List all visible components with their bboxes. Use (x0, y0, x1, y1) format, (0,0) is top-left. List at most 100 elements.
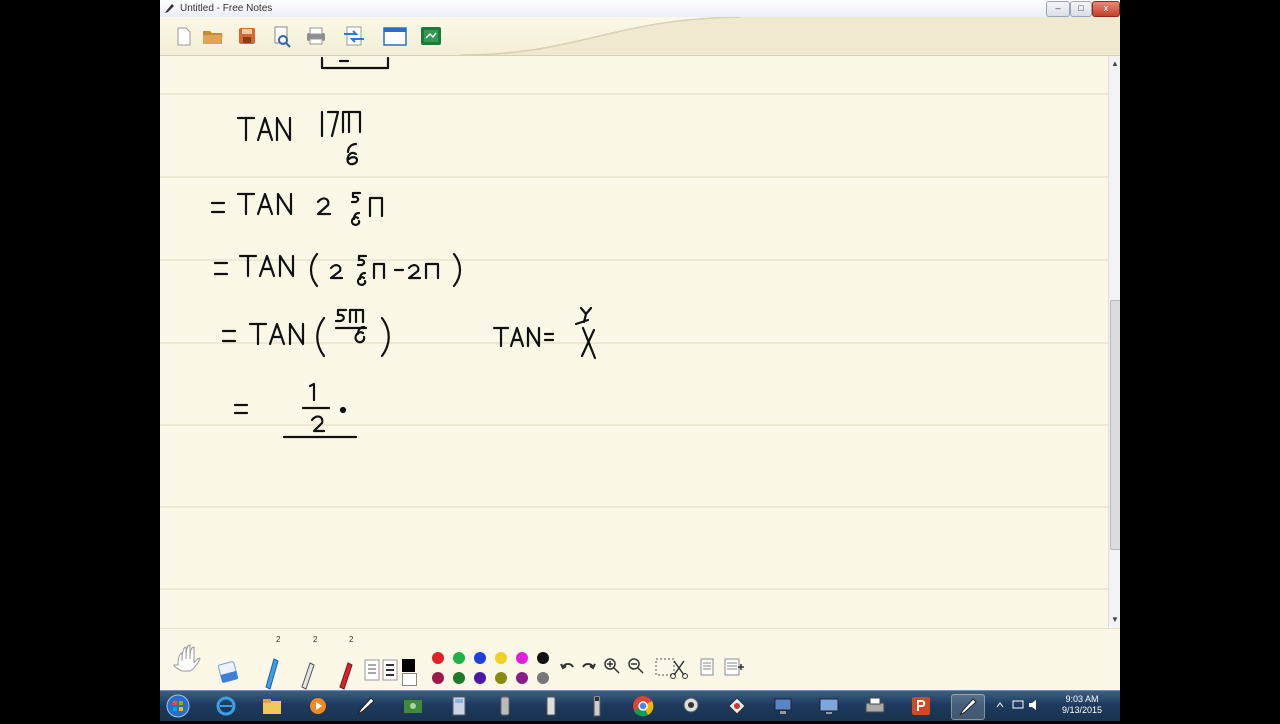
color-dark-red[interactable] (432, 672, 444, 684)
taskbar-network[interactable] (767, 694, 799, 718)
vertical-scrollbar[interactable]: ▲ ▼ (1108, 56, 1120, 628)
save-icon (239, 28, 255, 44)
taskbar-calculator[interactable] (443, 694, 475, 718)
board-button[interactable] (418, 23, 444, 49)
toolbar (160, 17, 1120, 56)
ink-tan-1 (236, 116, 256, 142)
line-width-thin-icon[interactable] (364, 659, 380, 681)
undo-icon[interactable] (560, 659, 576, 675)
taskbar-media[interactable] (302, 694, 334, 718)
start-button[interactable] (162, 694, 194, 718)
ink-open-paren (309, 252, 319, 288)
open-button[interactable] (200, 23, 226, 49)
app-pen-icon (165, 4, 174, 13)
close-button[interactable]: x (1092, 1, 1120, 17)
powerpoint-icon (912, 697, 930, 715)
taskbar-explorer[interactable] (256, 694, 288, 718)
tool-icon (728, 697, 746, 715)
window-icon (383, 27, 407, 46)
select-cut-icon[interactable] (654, 657, 690, 679)
ink-5pi (334, 308, 348, 323)
open-folder-icon (203, 31, 223, 44)
print-icon (307, 27, 325, 45)
color-gray[interactable] (537, 672, 549, 684)
minimize-button[interactable]: – (1046, 1, 1070, 17)
taskbar-ie[interactable] (210, 694, 242, 718)
taskbar-money[interactable] (397, 694, 429, 718)
print-button[interactable] (303, 23, 329, 49)
taskbar-pen[interactable] (350, 694, 382, 718)
scroll-down-button[interactable]: ▼ (1109, 614, 1120, 626)
ink-box-remnant (320, 56, 390, 70)
board-icon (421, 27, 441, 45)
color-olive[interactable] (495, 672, 507, 684)
window-title: Untitled - Free Notes (180, 3, 273, 14)
add-page-icon[interactable] (723, 657, 745, 677)
redo-icon[interactable] (580, 659, 596, 675)
free-notes-icon (959, 698, 977, 716)
clock-date: 9/13/2015 (1061, 705, 1102, 715)
network-icon (774, 698, 792, 714)
pen-red-icon[interactable] (336, 661, 356, 690)
start-orb-icon (166, 694, 190, 718)
color-yellow[interactable] (495, 652, 507, 664)
page-icon[interactable] (698, 657, 716, 677)
device-icon (500, 696, 510, 716)
print-preview-icon (274, 26, 291, 48)
taskbar-usb[interactable] (581, 694, 613, 718)
zoom-in-icon[interactable] (603, 657, 621, 675)
maximize-button[interactable]: □ (1070, 1, 1092, 17)
printer-icon (865, 697, 885, 713)
taskbar-device[interactable] (489, 694, 521, 718)
save-button[interactable] (234, 23, 260, 49)
tray-expand-icon[interactable] (996, 701, 1004, 709)
taskbar-powerpoint[interactable] (905, 694, 937, 718)
print-preview-button[interactable] (268, 23, 294, 49)
color-black[interactable] (537, 652, 549, 664)
tray-volume-icon[interactable] (1028, 699, 1040, 711)
ink-6 (346, 151, 359, 166)
color-purple[interactable] (474, 672, 486, 684)
ink-one (308, 382, 316, 402)
switch-button[interactable] (341, 23, 367, 49)
taskbar-phone[interactable] (535, 694, 567, 718)
tray-network-icon[interactable] (1012, 699, 1024, 711)
fill-black-swatch[interactable] (402, 659, 415, 672)
eraser-icon[interactable] (216, 657, 240, 685)
taskbar-chrome[interactable] (627, 694, 659, 718)
ink-equals-4 (221, 329, 237, 343)
window-button[interactable] (382, 23, 408, 49)
color-dark-green[interactable] (453, 672, 465, 684)
scroll-up-button[interactable]: ▲ (1109, 58, 1120, 70)
usb-icon (593, 695, 601, 717)
pen-count-3: 2 (349, 635, 354, 644)
ink-2 (316, 197, 332, 216)
taskbar-printer[interactable] (859, 694, 891, 718)
color-green[interactable] (453, 652, 465, 664)
system-clock[interactable]: 9:03 AM 9/13/2015 (1062, 694, 1102, 716)
fill-white-swatch[interactable] (402, 673, 417, 686)
taskbar-free-notes[interactable] (951, 694, 985, 720)
pen-icon (357, 697, 375, 715)
toolbar-swoosh (460, 17, 1120, 55)
money-icon (404, 700, 422, 713)
color-red[interactable] (432, 652, 444, 664)
media-icon (310, 698, 326, 714)
taskbar-webcam[interactable] (675, 694, 707, 718)
zoom-out-icon[interactable] (627, 657, 645, 675)
color-blue[interactable] (474, 652, 486, 664)
color-magenta[interactable] (516, 652, 528, 664)
line-width-thick-icon[interactable] (382, 659, 398, 681)
taskbar-monitor[interactable] (813, 694, 845, 718)
new-button[interactable] (170, 23, 196, 49)
note-canvas[interactable] (160, 56, 1108, 628)
taskbar-tool[interactable] (721, 694, 753, 718)
explorer-icon (263, 699, 281, 714)
pen-gray-icon[interactable] (298, 661, 318, 690)
scroll-thumb[interactable] (1110, 300, 1120, 550)
pen-blue-icon[interactable] (262, 657, 282, 690)
color-violet[interactable] (516, 672, 528, 684)
hand-icon[interactable] (172, 641, 208, 677)
tool-palette: 2 2 2 (160, 628, 1120, 690)
pen-count-1: 2 (276, 635, 281, 644)
